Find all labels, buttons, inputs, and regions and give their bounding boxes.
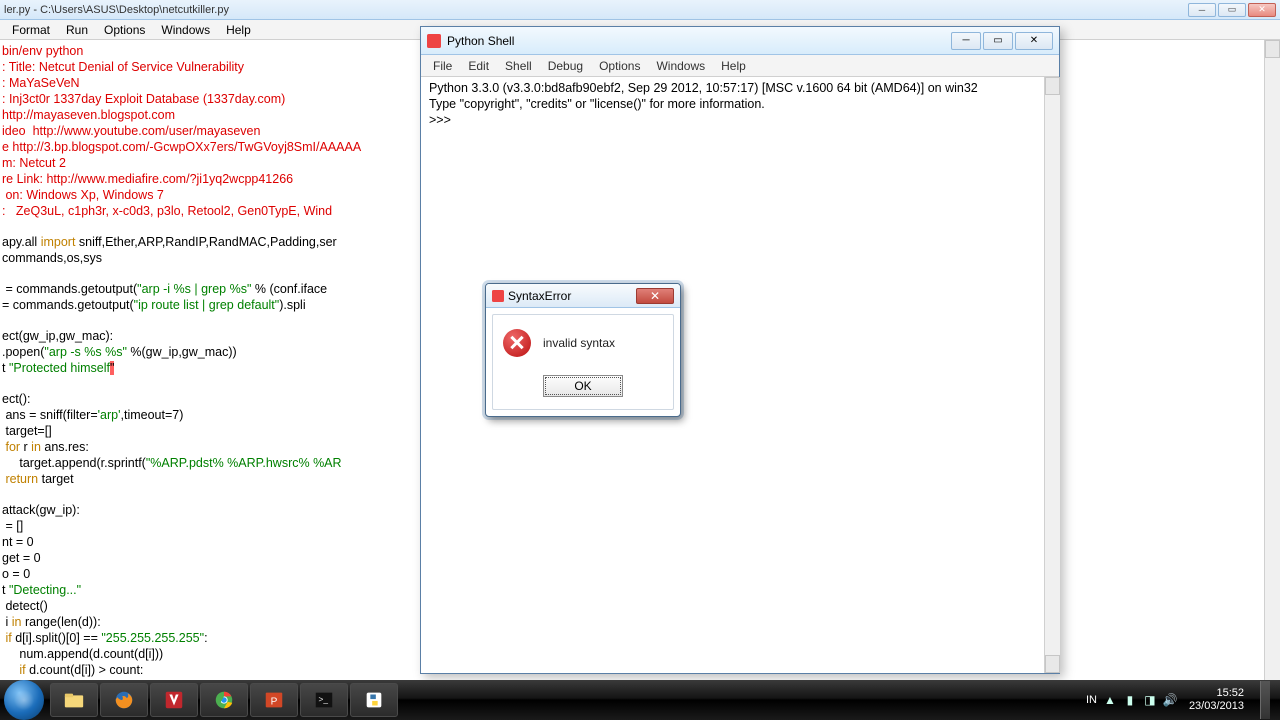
shell-banner1: Python 3.3.0 (v3.3.0:bd8afb90ebf2, Sep 2… bbox=[429, 81, 978, 95]
menu-run[interactable]: Run bbox=[58, 21, 96, 39]
menu-help[interactable]: Help bbox=[218, 21, 259, 39]
close-button[interactable]: ✕ bbox=[1248, 3, 1276, 17]
tray-flag-icon[interactable]: ▲ bbox=[1103, 693, 1117, 707]
python-icon bbox=[492, 290, 504, 302]
error-message: invalid syntax bbox=[543, 336, 615, 350]
editor-window-buttons: ─ ▭ ✕ bbox=[1188, 3, 1276, 17]
minimize-button[interactable]: ─ bbox=[1188, 3, 1216, 17]
menu-windows[interactable]: Windows bbox=[153, 21, 218, 39]
shell-menu-shell[interactable]: Shell bbox=[497, 57, 540, 75]
taskbar-adobe[interactable] bbox=[150, 683, 198, 717]
shell-menu-file[interactable]: File bbox=[425, 57, 460, 75]
tray-network-icon[interactable]: ◨ bbox=[1143, 693, 1157, 707]
shell-menubar: File Edit Shell Debug Options Windows He… bbox=[421, 55, 1059, 77]
shell-vertical-scrollbar[interactable] bbox=[1044, 77, 1060, 673]
clock-time: 15:52 bbox=[1189, 687, 1244, 700]
shell-menu-edit[interactable]: Edit bbox=[460, 57, 497, 75]
shell-menu-options[interactable]: Options bbox=[591, 57, 648, 75]
clock-date: 23/03/2013 bbox=[1189, 700, 1244, 713]
shell-menu-debug[interactable]: Debug bbox=[540, 57, 591, 75]
system-tray: IN ▲ ▮ ◨ 🔊 15:52 23/03/2013 bbox=[1086, 681, 1276, 719]
ok-button[interactable]: OK bbox=[543, 375, 623, 397]
editor-title: ler.py - C:\Users\ASUS\Desktop\netcutkil… bbox=[4, 4, 1188, 16]
language-indicator[interactable]: IN bbox=[1086, 694, 1097, 706]
tray-battery-icon[interactable]: ▮ bbox=[1123, 693, 1137, 707]
clock[interactable]: 15:52 23/03/2013 bbox=[1183, 687, 1250, 713]
svg-text:P: P bbox=[271, 697, 278, 708]
error-x-icon bbox=[503, 329, 531, 357]
error-titlebar: SyntaxError ✕ bbox=[486, 284, 680, 308]
shell-close-button[interactable]: ✕ bbox=[1015, 32, 1053, 50]
taskbar-firefox[interactable] bbox=[100, 683, 148, 717]
svg-text:>_: >_ bbox=[319, 695, 329, 704]
python-icon bbox=[427, 34, 441, 48]
maximize-button[interactable]: ▭ bbox=[1218, 3, 1246, 17]
start-button[interactable] bbox=[4, 680, 44, 720]
shell-titlebar: Python Shell ─ ▭ ✕ bbox=[421, 27, 1059, 55]
menu-format[interactable]: Format bbox=[4, 21, 58, 39]
taskbar-chrome[interactable] bbox=[200, 683, 248, 717]
taskbar-cmd[interactable]: >_ bbox=[300, 683, 348, 717]
taskbar: P >_ IN ▲ ▮ ◨ 🔊 15:52 23/03/2013 bbox=[0, 680, 1280, 720]
menu-options[interactable]: Options bbox=[96, 21, 153, 39]
shell-menu-windows[interactable]: Windows bbox=[648, 57, 713, 75]
taskbar-powerpoint[interactable]: P bbox=[250, 683, 298, 717]
tray-volume-icon[interactable]: 🔊 bbox=[1163, 693, 1177, 707]
shell-minimize-button[interactable]: ─ bbox=[951, 32, 981, 50]
shell-prompt: >>> bbox=[429, 113, 454, 127]
error-title: SyntaxError bbox=[508, 289, 636, 303]
error-close-button[interactable]: ✕ bbox=[636, 288, 674, 304]
editor-vertical-scrollbar[interactable] bbox=[1264, 40, 1280, 702]
taskbar-python[interactable] bbox=[350, 683, 398, 717]
shell-maximize-button[interactable]: ▭ bbox=[983, 32, 1013, 50]
taskbar-explorer[interactable] bbox=[50, 683, 98, 717]
editor-titlebar: ler.py - C:\Users\ASUS\Desktop\netcutkil… bbox=[0, 0, 1280, 20]
error-dialog: SyntaxError ✕ invalid syntax OK bbox=[485, 283, 681, 417]
shell-menu-help[interactable]: Help bbox=[713, 57, 754, 75]
shell-window-buttons: ─ ▭ ✕ bbox=[951, 32, 1053, 50]
show-desktop-button[interactable] bbox=[1260, 681, 1270, 719]
shell-banner2: Type "copyright", "credits" or "license(… bbox=[429, 97, 765, 111]
shell-title: Python Shell bbox=[447, 34, 951, 48]
error-body: invalid syntax OK bbox=[492, 314, 674, 410]
